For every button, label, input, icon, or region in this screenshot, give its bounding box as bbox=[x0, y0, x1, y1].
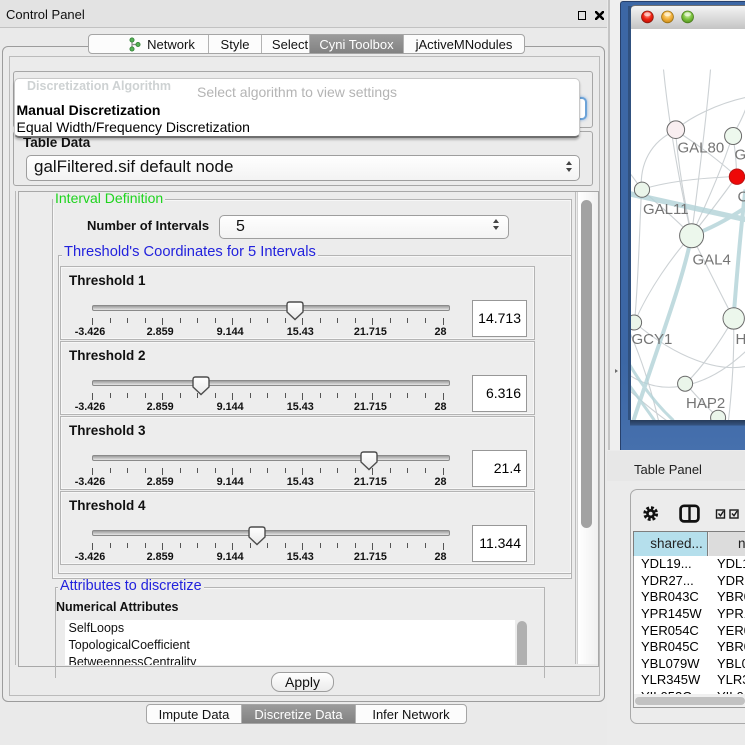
svg-text:GA: GA bbox=[734, 147, 745, 164]
svg-text:GCY1: GCY1 bbox=[631, 331, 672, 348]
svg-text:HAP2: HAP2 bbox=[686, 395, 725, 412]
svg-text:H: H bbox=[735, 331, 745, 348]
svg-text:GAL11: GAL11 bbox=[643, 201, 689, 218]
svg-text:GAL80: GAL80 bbox=[677, 140, 724, 157]
svg-text:GAL4: GAL4 bbox=[692, 252, 730, 269]
svg-text:C: C bbox=[737, 189, 745, 206]
